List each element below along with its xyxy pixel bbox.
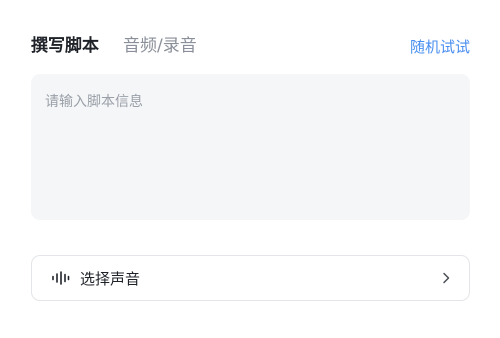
- script-input[interactable]: [31, 74, 470, 220]
- tab-write-script[interactable]: 撰写脚本: [31, 34, 99, 58]
- select-voice-label: 选择声音: [80, 269, 141, 288]
- script-input-container: [31, 74, 470, 220]
- chevron-right-icon: [441, 272, 451, 284]
- random-try-link[interactable]: 随机试试: [410, 36, 470, 57]
- select-voice-button[interactable]: 选择声音: [31, 255, 470, 301]
- tab-audio-recording[interactable]: 音频/录音: [123, 34, 197, 58]
- script-editor-page: 撰写脚本 音频/录音 随机试试 选择声音: [0, 0, 500, 338]
- waveform-icon: [51, 271, 70, 285]
- tab-bar: 撰写脚本 音频/录音 随机试试: [31, 34, 470, 58]
